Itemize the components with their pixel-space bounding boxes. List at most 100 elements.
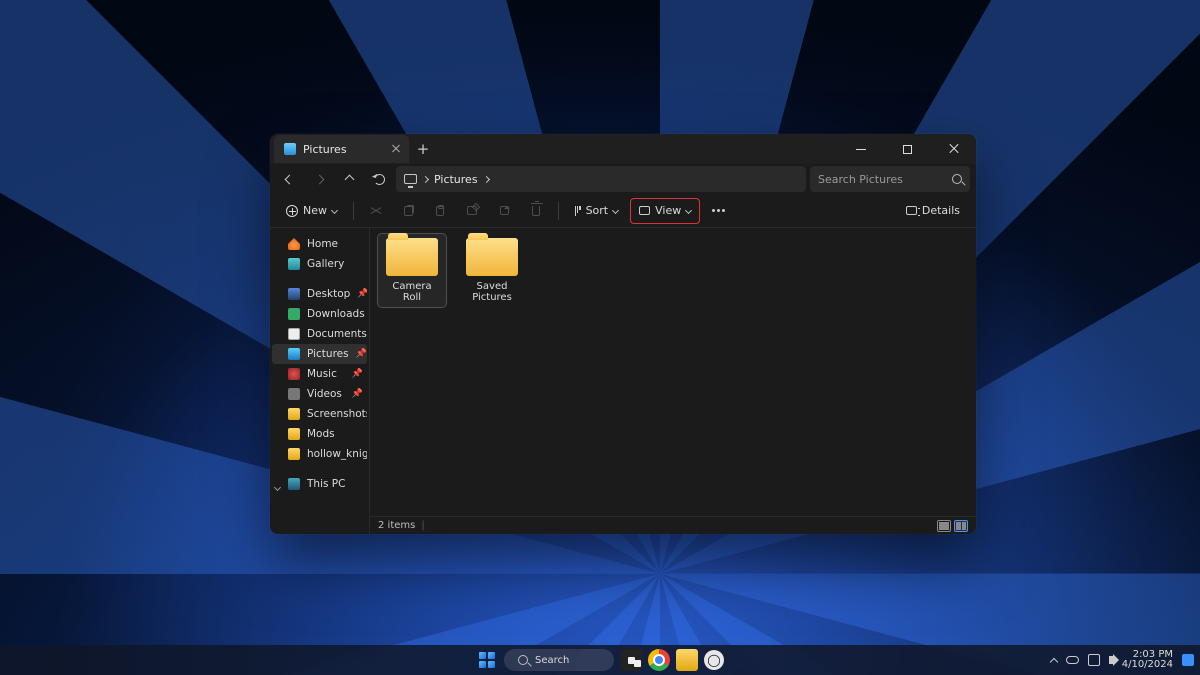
copy-icon: [404, 206, 413, 216]
volume-icon[interactable]: [1109, 656, 1113, 664]
chevron-right-icon: [422, 175, 429, 182]
details-pane-button[interactable]: Details: [898, 198, 968, 224]
folder-icon: [288, 428, 300, 440]
sidebar-item-label: Documents: [307, 328, 367, 340]
maximize-icon: [903, 145, 912, 154]
taskbar-app-chrome[interactable]: [648, 649, 670, 671]
minimize-button[interactable]: [838, 134, 884, 164]
window-tab-pictures[interactable]: Pictures: [274, 135, 409, 163]
documents-icon: [288, 328, 300, 340]
command-bar: New Sort View: [270, 194, 976, 228]
sidebar-item-label: Home: [307, 238, 338, 250]
delete-button[interactable]: [522, 198, 550, 224]
tray-overflow-icon[interactable]: [1049, 657, 1057, 665]
notification-center-icon[interactable]: [1182, 654, 1194, 666]
maximize-button[interactable]: [884, 134, 930, 164]
sidebar-quick-group: Desktop📌 Downloads📌 Documents📌 Pictures📌…: [272, 284, 367, 464]
folder-item-saved-pictures[interactable]: Saved Pictures: [458, 234, 526, 307]
copy-button[interactable]: [394, 198, 422, 224]
navigation-pane[interactable]: Home Gallery Desktop📌 Downloads📌 Documen…: [270, 228, 370, 534]
forward-button[interactable]: [306, 166, 332, 192]
rename-button[interactable]: [458, 198, 486, 224]
more-button[interactable]: [704, 198, 732, 224]
address-segment[interactable]: Pictures: [434, 173, 478, 186]
sidebar-item-mods[interactable]: Mods: [272, 424, 367, 444]
back-button[interactable]: [276, 166, 302, 192]
taskbar[interactable]: Search ◯ 2:03 PM 4/10/2024: [0, 645, 1200, 675]
address-bar[interactable]: Pictures: [396, 166, 806, 192]
downloads-icon: [288, 308, 300, 320]
expand-toggle[interactable]: [275, 481, 282, 488]
task-view-button[interactable]: [620, 649, 642, 671]
taskbar-app-explorer[interactable]: [676, 649, 698, 671]
music-icon: [288, 368, 300, 380]
details-label: Details: [922, 204, 960, 217]
view-button[interactable]: View: [630, 198, 700, 224]
close-window-button[interactable]: [930, 134, 976, 164]
folder-label: Camera Roll: [382, 281, 442, 303]
start-button[interactable]: [476, 649, 498, 671]
pin-icon: 📌: [357, 289, 367, 299]
sidebar-item-desktop[interactable]: Desktop📌: [272, 284, 367, 304]
new-button[interactable]: New: [278, 198, 345, 224]
refresh-button[interactable]: [366, 166, 392, 192]
sidebar-item-home[interactable]: Home: [272, 234, 367, 254]
up-button[interactable]: [336, 166, 362, 192]
sort-button[interactable]: Sort: [567, 198, 626, 224]
paste-button[interactable]: [426, 198, 454, 224]
share-button[interactable]: [490, 198, 518, 224]
videos-icon: [288, 388, 300, 400]
gallery-icon: [288, 258, 300, 270]
sidebar-item-music[interactable]: Music📌: [272, 364, 367, 384]
sidebar-top-group: Home Gallery: [272, 234, 367, 274]
taskbar-clock[interactable]: 2:03 PM 4/10/2024: [1122, 650, 1173, 671]
icons-layout-button[interactable]: [954, 520, 968, 532]
plus-circle-icon: [286, 205, 298, 217]
system-tray: 2:03 PM 4/10/2024: [1051, 650, 1194, 671]
pin-icon: 📌: [352, 389, 363, 399]
clock-date: 4/10/2024: [1122, 660, 1173, 671]
layout-switcher: [937, 520, 968, 532]
sidebar-item-pictures[interactable]: Pictures📌: [272, 344, 367, 364]
sidebar-item-gallery[interactable]: Gallery: [272, 254, 367, 274]
sidebar-item-label: hollow_knight_Data: [307, 448, 367, 460]
taskbar-center: Search ◯: [476, 649, 724, 671]
home-icon: [288, 238, 300, 250]
taskbar-search[interactable]: Search: [504, 649, 614, 671]
close-icon: [948, 144, 958, 154]
search-box[interactable]: Search Pictures: [810, 166, 970, 192]
share-icon: [500, 206, 509, 215]
folder-icon: [288, 408, 300, 420]
more-horizontal-icon: [712, 209, 725, 212]
onedrive-icon[interactable]: [1066, 656, 1079, 664]
chevron-up-icon: [344, 174, 354, 184]
reload-icon: [374, 174, 385, 185]
sidebar-item-documents[interactable]: Documents📌: [272, 324, 367, 344]
folder-grid[interactable]: Camera Roll Saved Pictures: [370, 228, 976, 516]
folder-item-camera-roll[interactable]: Camera Roll: [378, 234, 446, 307]
cut-button[interactable]: [362, 198, 390, 224]
titlebar[interactable]: Pictures +: [270, 134, 976, 164]
cut-icon: [371, 205, 382, 216]
network-icon[interactable]: [1088, 654, 1100, 666]
new-label: New: [303, 204, 327, 217]
sidebar-item-label: Music: [307, 368, 337, 380]
taskbar-app-generic[interactable]: ◯: [704, 650, 724, 670]
search-icon: [952, 174, 962, 184]
new-tab-button[interactable]: +: [409, 140, 437, 158]
sidebar-item-this-pc[interactable]: This PC: [272, 474, 367, 494]
sidebar-item-videos[interactable]: Videos 📌: [272, 384, 367, 404]
view-icon: [639, 206, 650, 215]
sidebar-item-hollow-knight[interactable]: hollow_knight_Data: [272, 444, 367, 464]
sidebar-item-label: Videos: [307, 388, 342, 400]
details-layout-button[interactable]: [937, 520, 951, 532]
sidebar-item-downloads[interactable]: Downloads📌: [272, 304, 367, 324]
folder-icon: [466, 238, 518, 276]
navigation-row: Pictures Search Pictures: [270, 164, 976, 194]
sort-label: Sort: [586, 204, 609, 217]
sidebar-item-screenshots[interactable]: Screenshots: [272, 404, 367, 424]
window-caption-buttons: [838, 134, 976, 164]
divider: [558, 202, 559, 220]
item-count: 2 items: [378, 520, 415, 531]
close-tab-icon[interactable]: [391, 144, 401, 154]
